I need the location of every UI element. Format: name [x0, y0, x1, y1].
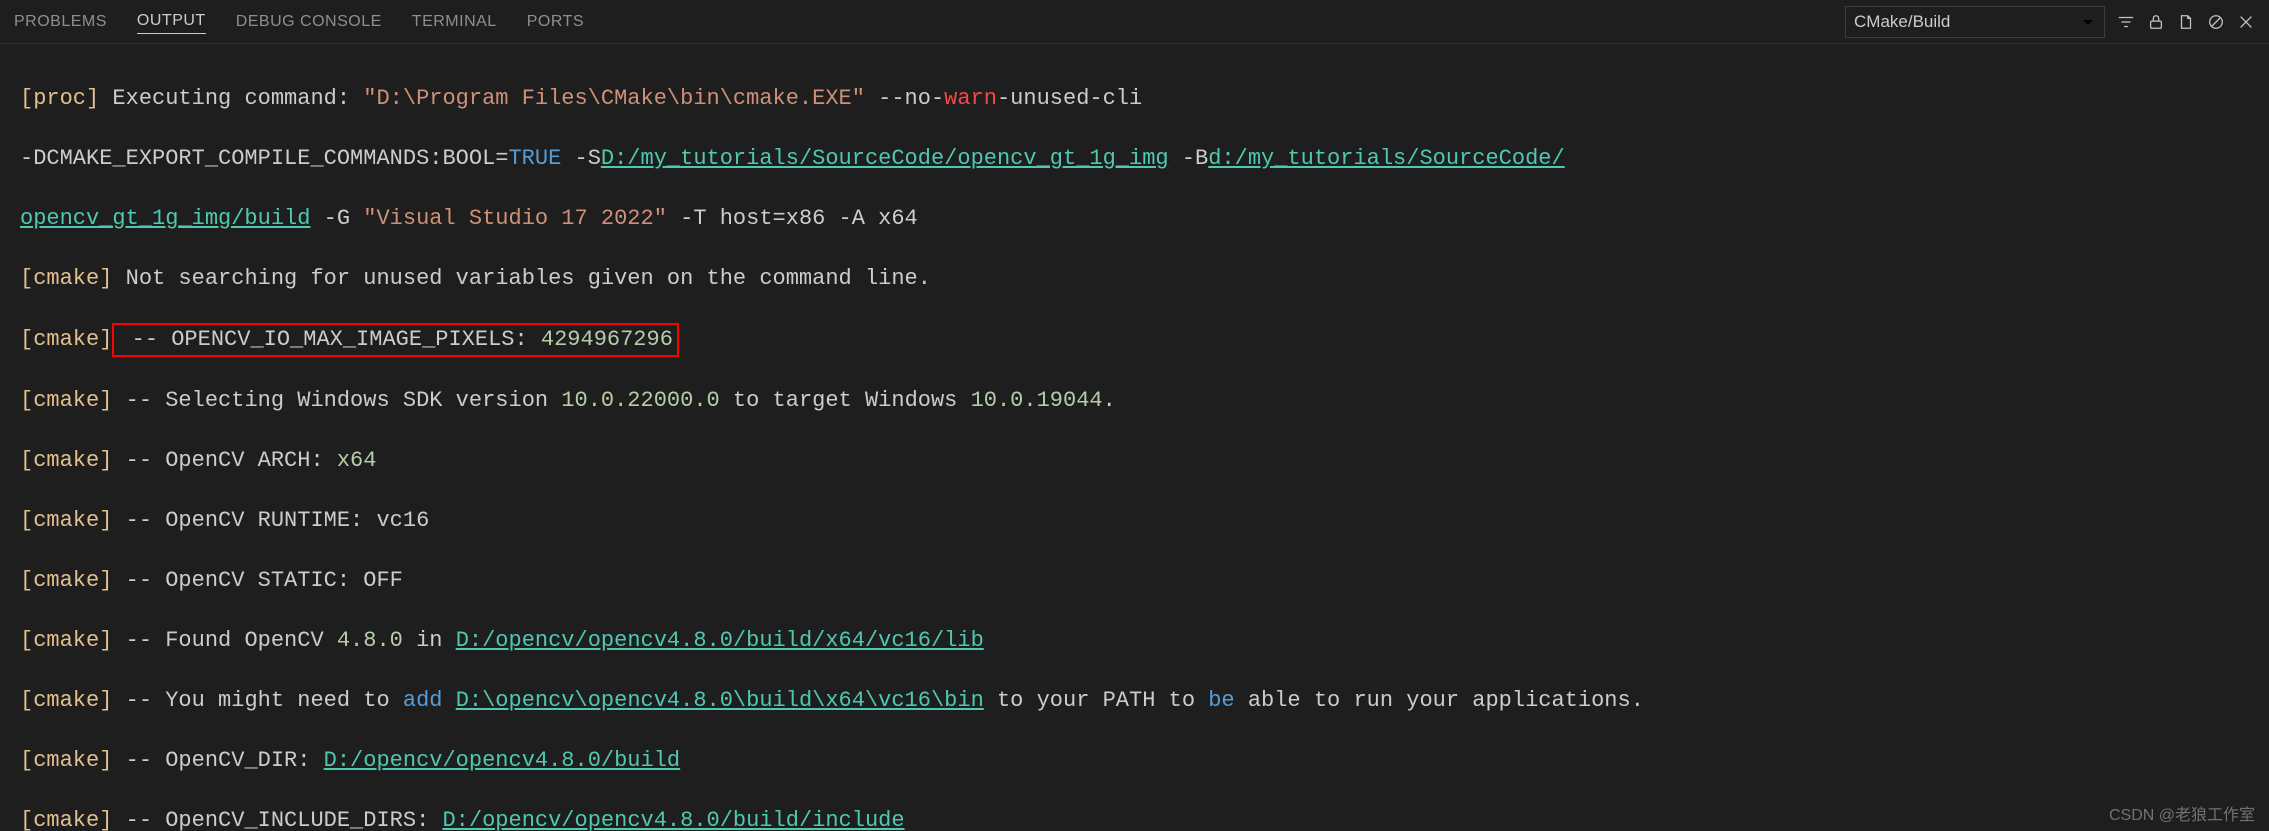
chevron-down-icon — [2080, 14, 2096, 30]
log-tag-proc: [proc] — [20, 86, 99, 111]
tab-debug-console[interactable]: DEBUG CONSOLE — [236, 10, 382, 34]
filter-icon[interactable] — [2117, 13, 2135, 31]
log-tag-cmake: [cmake] — [20, 688, 112, 713]
output-line: [cmake] -- OpenCV_INCLUDE_DIRS: D:/openc… — [20, 806, 2249, 831]
lock-icon[interactable] — [2147, 13, 2165, 31]
tab-output[interactable]: OUTPUT — [137, 9, 206, 34]
output-line: [cmake] -- You might need to add D:\open… — [20, 686, 2249, 716]
tab-problems[interactable]: PROBLEMS — [14, 10, 107, 34]
log-tag-cmake: [cmake] — [20, 266, 112, 291]
log-tag-cmake: [cmake] — [20, 448, 112, 473]
path-link[interactable]: D:/opencv/opencv4.8.0/build/x64/vc16/lib — [456, 628, 984, 653]
path-link[interactable]: D:/opencv/opencv4.8.0/build/include — [442, 808, 904, 831]
path-link[interactable]: D:/opencv/opencv4.8.0/build — [324, 748, 680, 773]
output-line: [cmake] -- OpenCV RUNTIME: vc16 — [20, 506, 2249, 536]
highlight-box: -- OPENCV_IO_MAX_IMAGE_PIXELS: 429496729… — [112, 323, 679, 357]
output-channel-label: CMake/Build — [1854, 12, 1950, 32]
tab-ports[interactable]: PORTS — [527, 10, 584, 34]
tab-terminal[interactable]: TERMINAL — [412, 10, 497, 34]
log-tag-cmake: [cmake] — [20, 327, 112, 352]
output-line: [cmake] -- Selecting Windows SDK version… — [20, 386, 2249, 416]
output-channel-select[interactable]: CMake/Build — [1845, 6, 2105, 38]
output-line: [cmake] -- OpenCV STATIC: OFF — [20, 566, 2249, 596]
path-link[interactable]: D:\opencv\opencv4.8.0\build\x64\vc16\bin — [456, 688, 984, 713]
panel-tabs: PROBLEMS OUTPUT DEBUG CONSOLE TERMINAL P… — [14, 9, 584, 34]
close-panel-icon[interactable] — [2237, 13, 2255, 31]
output-line: [cmake] -- OpenCV_DIR: D:/opencv/opencv4… — [20, 746, 2249, 776]
log-tag-cmake: [cmake] — [20, 628, 112, 653]
output-line: -DCMAKE_EXPORT_COMPILE_COMMANDS:BOOL=TRU… — [20, 144, 2249, 174]
output-content: [proc] Executing command: "D:\Program Fi… — [0, 44, 2269, 831]
output-line: [cmake] Not searching for unused variabl… — [20, 264, 2249, 294]
output-line: [cmake] -- OpenCV ARCH: x64 — [20, 446, 2249, 476]
watermark: CSDN @老狼工作室 — [2109, 801, 2255, 825]
log-tag-cmake: [cmake] — [20, 388, 112, 413]
open-log-file-icon[interactable] — [2177, 13, 2195, 31]
output-line: opencv_gt_1g_img/build -G "Visual Studio… — [20, 204, 2249, 234]
output-line: [cmake] -- OPENCV_IO_MAX_IMAGE_PIXELS: 4… — [20, 324, 2249, 356]
panel-actions: CMake/Build — [1845, 6, 2255, 38]
clear-output-icon[interactable] — [2207, 13, 2225, 31]
log-tag-cmake: [cmake] — [20, 748, 112, 773]
output-line: [proc] Executing command: "D:\Program Fi… — [20, 84, 2249, 114]
log-tag-cmake: [cmake] — [20, 568, 112, 593]
log-tag-cmake: [cmake] — [20, 808, 112, 831]
log-tag-cmake: [cmake] — [20, 508, 112, 533]
output-line: [cmake] -- Found OpenCV 4.8.0 in D:/open… — [20, 626, 2249, 656]
panel-header: PROBLEMS OUTPUT DEBUG CONSOLE TERMINAL P… — [0, 0, 2269, 44]
